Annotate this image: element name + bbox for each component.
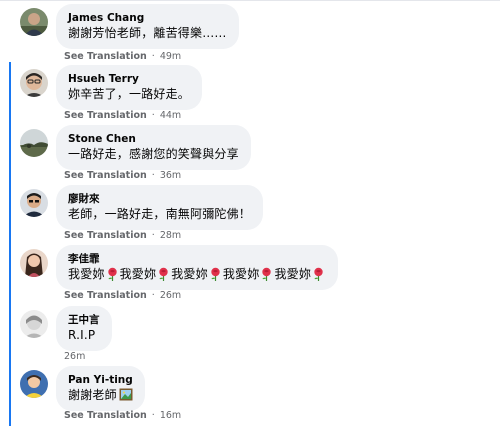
rose-emoji-icon — [262, 267, 272, 281]
comment-meta: See Translation · 44m — [64, 110, 181, 122]
framed-picture-emoji-icon — [119, 388, 133, 401]
comment-meta: See Translation · 36m — [64, 170, 181, 182]
timestamp[interactable]: 28m — [160, 230, 181, 241]
avatar[interactable] — [20, 310, 48, 338]
timestamp[interactable]: 16m — [160, 410, 181, 421]
separator: · — [151, 110, 155, 121]
comment-bubble: 王中言 R.I.P — [56, 306, 112, 351]
comment-meta: See Translation · 16m — [64, 410, 181, 422]
avatar[interactable] — [20, 69, 48, 97]
avatar[interactable] — [20, 189, 48, 217]
comment-text: 一路好走，感謝您的笑聲與分享 — [68, 147, 239, 161]
comment-text: R.I.P — [68, 328, 96, 342]
see-translation-link[interactable]: See Translation — [64, 230, 147, 241]
timestamp[interactable]: 36m — [160, 170, 181, 181]
commenter-name[interactable]: 廖財來 — [68, 192, 251, 206]
comment-meta: 26m — [64, 351, 85, 363]
see-translation-link[interactable]: See Translation — [64, 110, 147, 121]
comment-bubble: Pan Yi-ting 謝謝老師 — [56, 366, 145, 411]
text-fragment: 我愛妳 — [68, 267, 105, 281]
comment-text: 謝謝芳怡老師，離苦得樂…… — [68, 26, 227, 40]
commenter-name[interactable]: 王中言 — [68, 313, 100, 327]
timestamp[interactable]: 44m — [160, 110, 181, 121]
comment-meta: See Translation · 49m — [64, 51, 181, 63]
avatar[interactable] — [20, 370, 48, 398]
separator: · — [151, 410, 155, 421]
commenter-name[interactable]: Hsueh Terry — [68, 72, 190, 86]
reply-thread-line — [9, 62, 11, 426]
text-fragment: 我愛妳 — [274, 267, 312, 281]
timestamp[interactable]: 26m — [64, 351, 85, 362]
rose-emoji-icon — [211, 267, 220, 281]
text-fragment: 我愛妳 — [222, 267, 260, 281]
separator: · — [151, 290, 155, 301]
comment-text: 老師，一路好走，南無阿彌陀佛！ — [68, 207, 252, 221]
rose-emoji-icon — [159, 267, 168, 281]
separator: · — [151, 170, 155, 181]
commenter-name[interactable]: James Chang — [68, 11, 227, 25]
see-translation-link[interactable]: See Translation — [64, 170, 147, 181]
comment-bubble: 李佳霏 我愛妳 我愛妳 我愛妳 我愛妳 我愛妳 — [56, 245, 339, 290]
comment-text: 謝謝老師 — [68, 387, 133, 403]
comment-bubble: 廖財來 老師，一路好走，南無阿彌陀佛！ — [56, 185, 264, 230]
commenter-name[interactable]: Pan Yi-ting — [68, 373, 133, 387]
see-translation-link[interactable]: See Translation — [64, 410, 147, 421]
comment-meta: See Translation · 26m — [64, 290, 181, 302]
see-translation-link[interactable]: See Translation — [64, 290, 147, 301]
text-fragment: 我愛妳 — [119, 267, 157, 281]
comment-meta: See Translation · 28m — [64, 230, 181, 242]
divider — [0, 0, 500, 1]
rose-emoji-icon — [314, 267, 323, 281]
separator: · — [151, 230, 155, 241]
timestamp[interactable]: 26m — [160, 290, 181, 301]
avatar[interactable] — [20, 8, 48, 36]
text-fragment: 謝謝老師 — [68, 388, 117, 402]
commenter-name[interactable]: 李佳霏 — [68, 252, 326, 266]
comment-text: 妳辛苦了，一路好走。 — [68, 87, 191, 101]
commenter-name[interactable]: Stone Chen — [68, 132, 239, 146]
separator: · — [151, 51, 155, 62]
timestamp[interactable]: 49m — [160, 51, 181, 62]
avatar[interactable] — [20, 129, 48, 157]
comment-bubble: James Chang 謝謝芳怡老師，離苦得樂…… — [56, 4, 239, 49]
comment-bubble: Hsueh Terry 妳辛苦了，一路好走。 — [56, 65, 203, 110]
comment-bubble: Stone Chen 一路好走，感謝您的笑聲與分享 — [56, 125, 251, 170]
see-translation-link[interactable]: See Translation — [64, 51, 147, 62]
text-fragment: 我愛妳 — [171, 267, 208, 281]
comment-thread: James Chang 謝謝芳怡老師，離苦得樂…… See Translatio… — [0, 0, 500, 426]
comment-text: 我愛妳 我愛妳 我愛妳 我愛妳 我愛妳 — [68, 266, 326, 282]
rose-emoji-icon — [107, 267, 117, 281]
avatar[interactable] — [20, 249, 48, 277]
